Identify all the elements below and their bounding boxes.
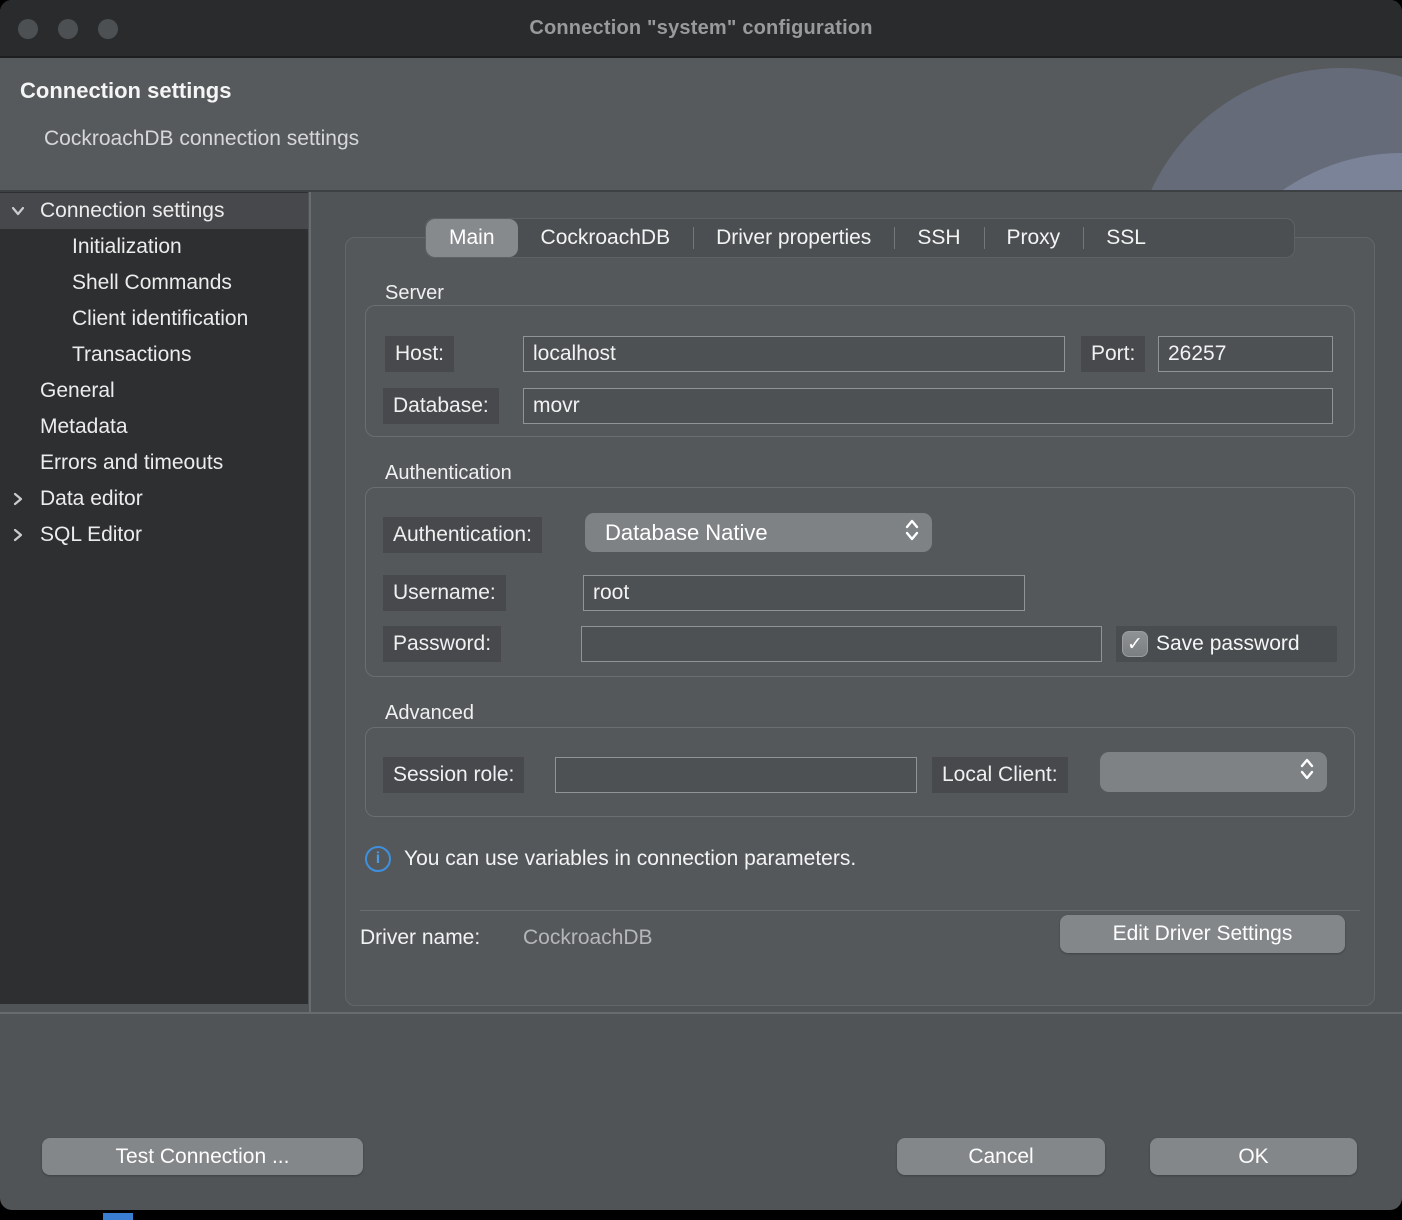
sidebar-item-label: Connection settings	[0, 199, 224, 223]
traffic-lights	[18, 19, 118, 39]
save-password-label[interactable]: Save password	[1142, 632, 1300, 656]
tab-cockroachdb[interactable]: CockroachDB	[518, 219, 694, 257]
save-password-checkbox[interactable]: ✓	[1122, 631, 1148, 657]
ok-button[interactable]: OK	[1150, 1138, 1357, 1175]
server-section-title: Server	[385, 282, 444, 305]
sidebar-item-transactions[interactable]: Transactions	[0, 337, 308, 373]
password-input[interactable]	[581, 626, 1102, 662]
page-subtitle: CockroachDB connection settings	[44, 127, 359, 151]
database-input[interactable]	[523, 388, 1333, 424]
advanced-section-title: Advanced	[385, 702, 474, 725]
session-role-label: Session role:	[383, 757, 524, 793]
settings-tree: Connection settings Initialization Shell C…	[0, 192, 308, 1004]
authentication-select-value: Database Native	[605, 520, 768, 546]
port-input[interactable]	[1158, 336, 1333, 372]
tab-ssh[interactable]: SSH	[894, 219, 983, 257]
sidebar-item-label: Errors and timeouts	[0, 451, 223, 475]
footer-separator	[0, 1012, 1402, 1014]
local-client-label: Local Client:	[932, 757, 1068, 793]
info-icon: i	[365, 846, 391, 872]
tab-label: Main	[449, 226, 495, 250]
minimize-window-icon[interactable]	[58, 19, 78, 39]
tab-label: CockroachDB	[541, 226, 671, 250]
tab-label: SSH	[917, 226, 960, 250]
tab-separator	[984, 227, 985, 249]
chevron-right-icon[interactable]	[8, 525, 28, 545]
username-label: Username:	[383, 575, 506, 611]
chevron-down-icon[interactable]	[8, 201, 28, 221]
sidebar-item-shell-commands[interactable]: Shell Commands	[0, 265, 308, 301]
auth-section-title: Authentication	[385, 462, 512, 485]
sidebar-item-data-editor[interactable]: Data editor	[0, 481, 308, 517]
tab-label: Driver properties	[716, 226, 871, 250]
session-role-input[interactable]	[555, 757, 917, 793]
tab-proxy[interactable]: Proxy	[984, 219, 1084, 257]
local-client-select[interactable]	[1100, 752, 1327, 792]
sidebar-item-errors-and-timeouts[interactable]: Errors and timeouts	[0, 445, 308, 481]
host-label: Host:	[385, 336, 454, 372]
driver-name-label: Driver name:	[360, 926, 480, 950]
edit-driver-settings-button[interactable]: Edit Driver Settings	[1060, 915, 1345, 953]
close-window-icon[interactable]	[18, 19, 38, 39]
tab-main[interactable]: Main	[426, 219, 518, 257]
authentication-select[interactable]: Database Native	[585, 513, 932, 552]
tab-driver-properties[interactable]: Driver properties	[693, 219, 894, 257]
panel-separator	[360, 910, 1360, 911]
sidebar-divider	[309, 192, 311, 1012]
sidebar-item-label: Transactions	[0, 343, 191, 367]
authentication-label: Authentication:	[383, 517, 542, 553]
chevron-right-icon[interactable]	[8, 489, 28, 509]
save-password-group: ✓ Save password	[1116, 626, 1337, 662]
tab-label: SSL	[1106, 226, 1146, 250]
sidebar-item-initialization[interactable]: Initialization	[0, 229, 308, 265]
sidebar-item-client-identification[interactable]: Client identification	[0, 301, 308, 337]
sidebar-item-label: Shell Commands	[0, 271, 232, 295]
desktop-artifact	[103, 1213, 133, 1220]
driver-name-value: CockroachDB	[523, 926, 653, 950]
tab-separator	[894, 227, 895, 249]
info-message: You can use variables in connection para…	[404, 847, 856, 871]
sidebar-item-label: Client identification	[0, 307, 248, 331]
tab-separator	[1083, 227, 1084, 249]
connection-tabs: Main CockroachDB Driver properties SSH Proxy…	[425, 218, 1295, 258]
host-input[interactable]	[523, 336, 1065, 372]
username-input[interactable]	[583, 575, 1025, 611]
zoom-window-icon[interactable]	[98, 19, 118, 39]
page-title: Connection settings	[20, 78, 231, 104]
sidebar-item-label: Initialization	[0, 235, 182, 259]
connection-config-dialog: Connection "system" configuration Connec…	[0, 0, 1402, 1210]
sidebar-item-general[interactable]: General	[0, 373, 308, 409]
title-bar: Connection "system" configuration	[0, 0, 1402, 58]
tab-separator	[693, 227, 694, 249]
sidebar-item-sql-editor[interactable]: SQL Editor	[0, 517, 308, 553]
window-title: Connection "system" configuration	[529, 17, 872, 40]
sidebar-item-connection-settings[interactable]: Connection settings	[0, 193, 308, 229]
sidebar-item-label: Metadata	[0, 415, 128, 439]
test-connection-button[interactable]: Test Connection ...	[42, 1138, 363, 1175]
sidebar-item-label: General	[0, 379, 115, 403]
select-chevrons-icon	[1299, 757, 1315, 787]
cancel-button[interactable]: Cancel	[897, 1138, 1105, 1175]
port-label: Port:	[1081, 336, 1145, 372]
select-chevrons-icon	[904, 518, 920, 548]
sidebar-item-metadata[interactable]: Metadata	[0, 409, 308, 445]
tab-label: Proxy	[1007, 226, 1061, 250]
tab-ssl[interactable]: SSL	[1083, 219, 1169, 257]
database-label: Database:	[383, 388, 499, 424]
password-label: Password:	[383, 626, 501, 662]
